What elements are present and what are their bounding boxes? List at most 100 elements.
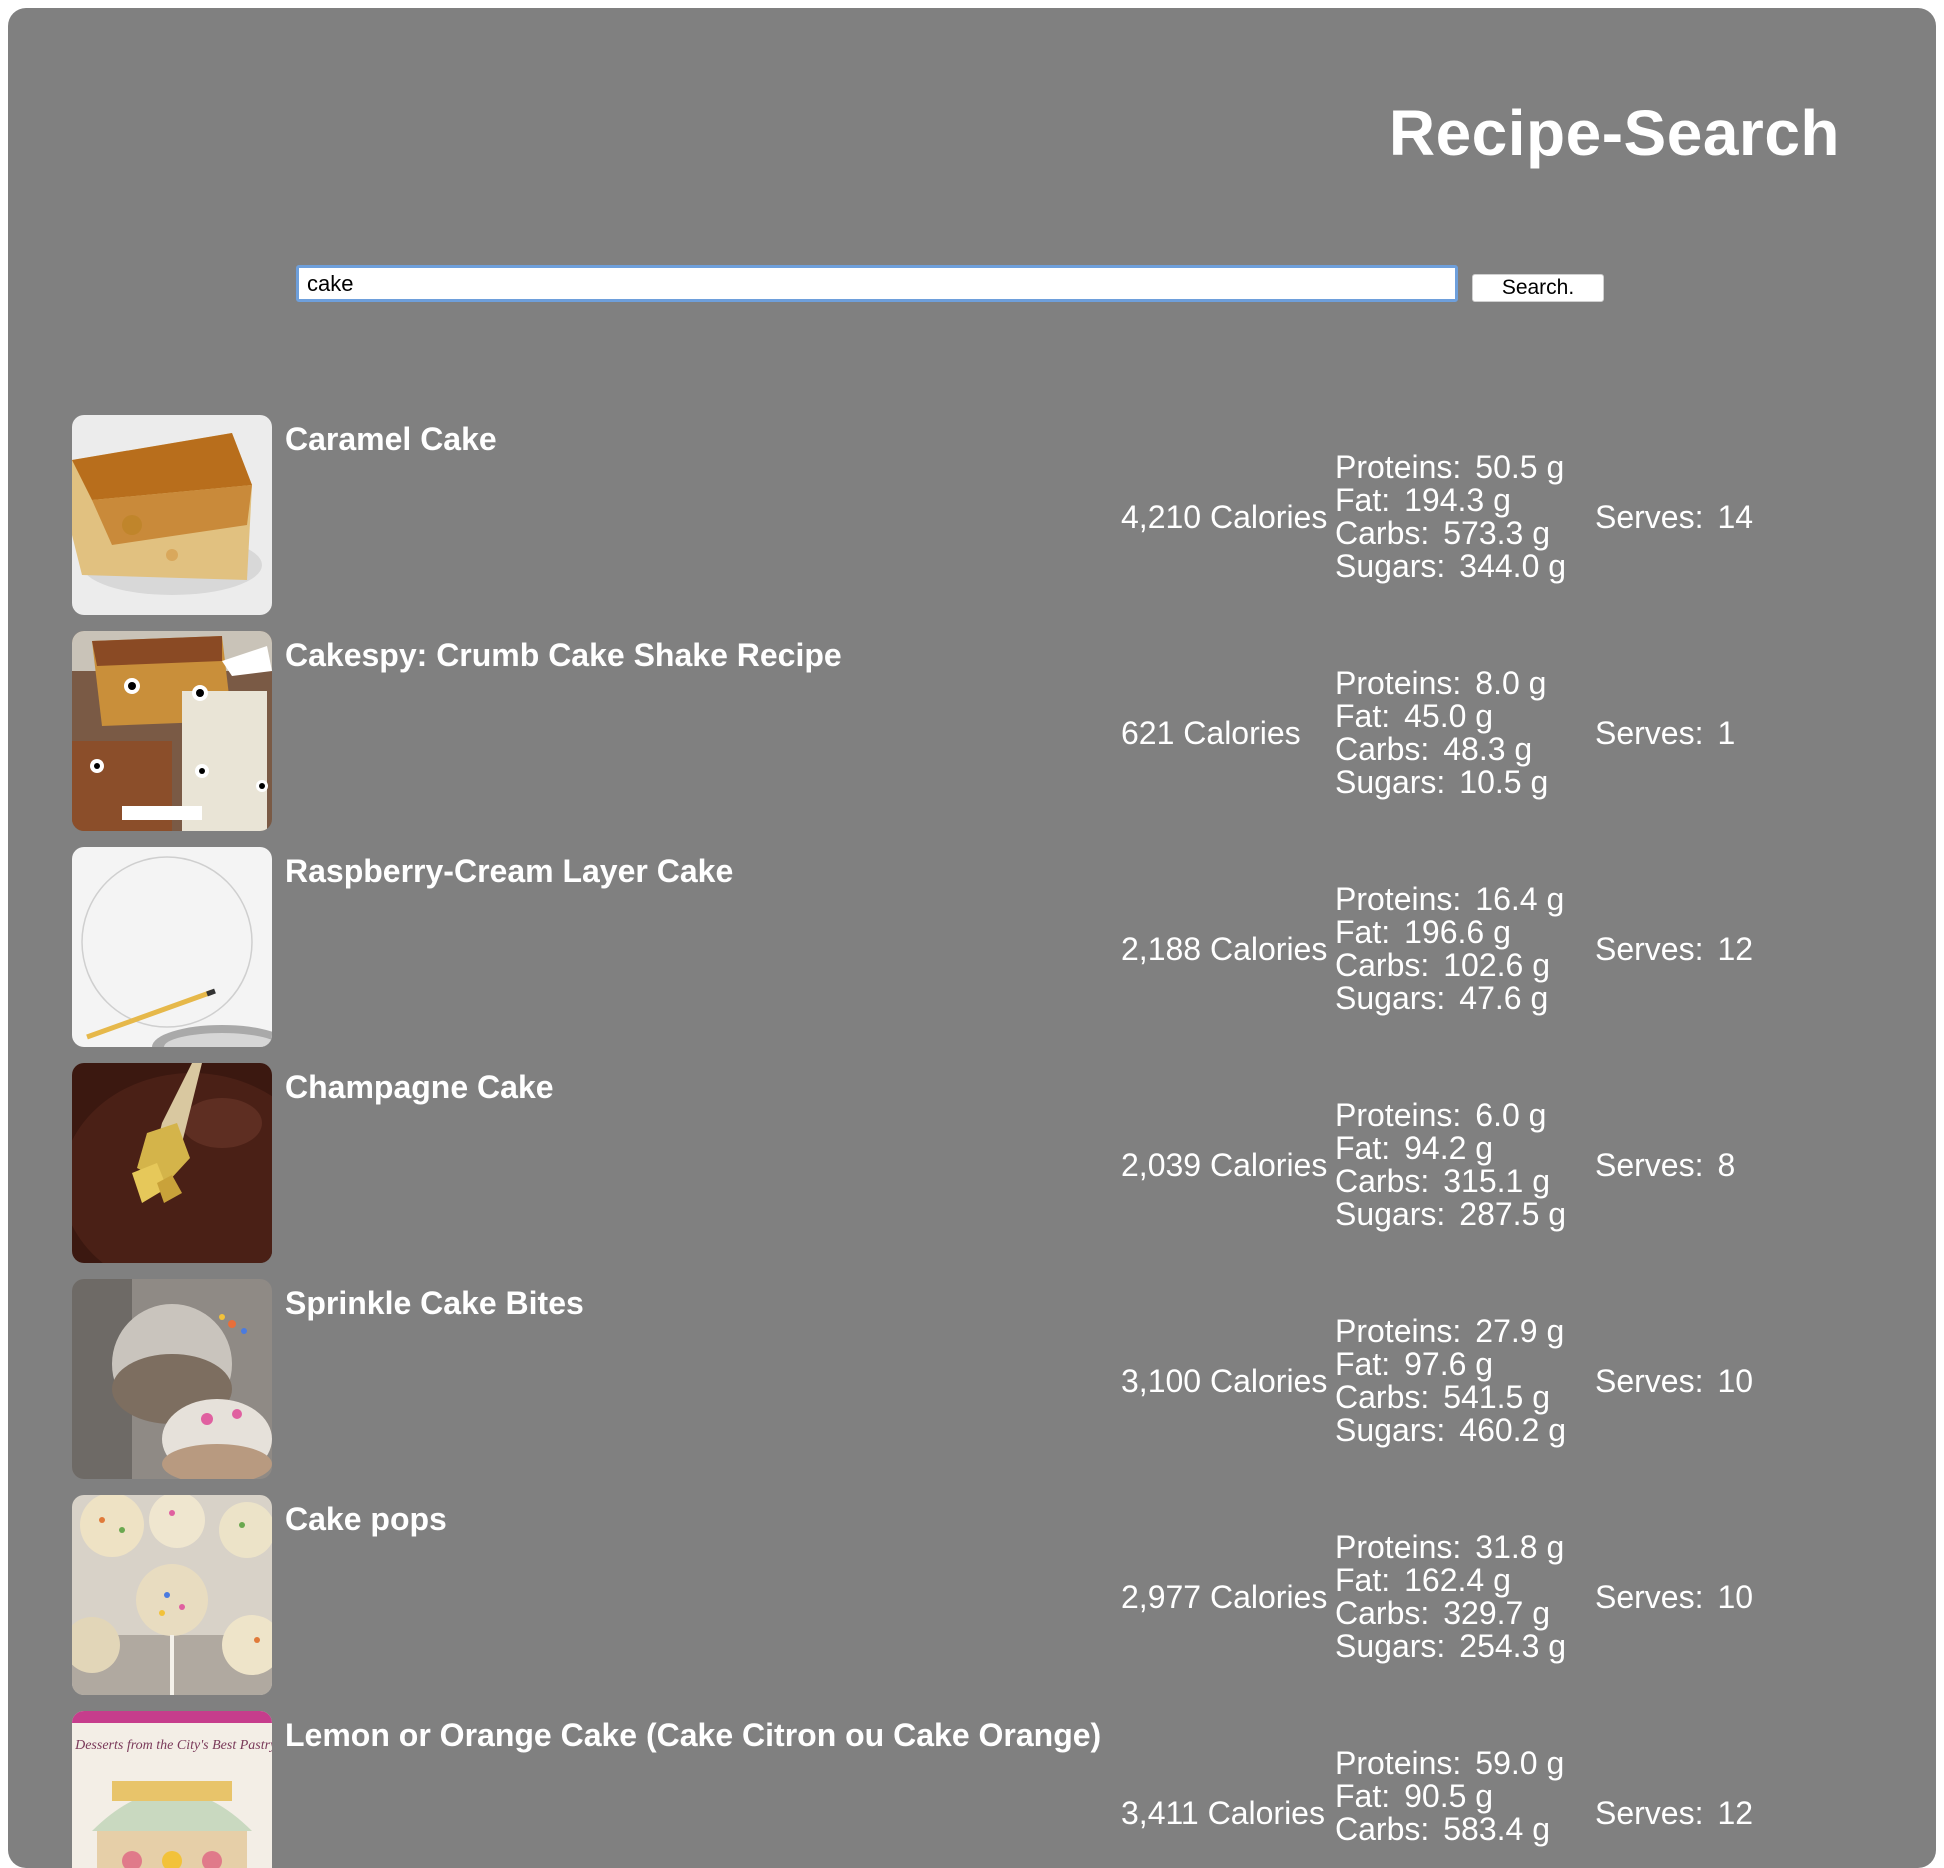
fat-value: 97.6 g bbox=[1404, 1346, 1494, 1382]
recipe-row[interactable]: t Desserts from the City's Best Pastry L… bbox=[72, 1711, 1872, 1868]
fat-line: Fat: 90.5 g bbox=[1335, 1780, 1564, 1813]
proteins-value: 27.9 g bbox=[1475, 1313, 1565, 1349]
search-input[interactable] bbox=[296, 265, 1458, 302]
fat-label: Fat: bbox=[1335, 1130, 1391, 1166]
fat-line: Fat: 194.3 g bbox=[1335, 484, 1566, 517]
fat-line: Fat: 94.2 g bbox=[1335, 1132, 1566, 1165]
sugars-line: Sugars: 344.0 g bbox=[1335, 550, 1566, 583]
sugars-value: 47.6 g bbox=[1459, 980, 1549, 1016]
recipe-title[interactable]: Cake pops bbox=[285, 1501, 447, 1538]
fat-value: 45.0 g bbox=[1404, 698, 1494, 734]
search-button[interactable]: Search. bbox=[1472, 274, 1604, 302]
fat-value: 90.5 g bbox=[1404, 1778, 1494, 1814]
sugars-label: Sugars: bbox=[1335, 1412, 1446, 1448]
serves-label: Serves: bbox=[1595, 1363, 1704, 1399]
carbs-label: Carbs: bbox=[1335, 731, 1430, 767]
recipe-row[interactable]: Cake pops 2,977 Calories Proteins: 31.8 g… bbox=[72, 1495, 1872, 1711]
recipe-thumbnail[interactable] bbox=[72, 1495, 272, 1695]
serves-value: 10 bbox=[1717, 1363, 1754, 1399]
sugars-value: 254.3 g bbox=[1459, 1628, 1567, 1664]
sugars-label: Sugars: bbox=[1335, 980, 1446, 1016]
recipe-title[interactable]: Cakespy: Crumb Cake Shake Recipe bbox=[285, 637, 842, 674]
calories-value: 2,039 Calories bbox=[1121, 1147, 1328, 1183]
recipe-thumbnail[interactable] bbox=[72, 631, 272, 831]
proteins-line: Proteins: 16.4 g bbox=[1335, 883, 1564, 916]
serves-block: Serves: 14 bbox=[1595, 499, 1753, 536]
proteins-label: Proteins: bbox=[1335, 1313, 1462, 1349]
app-panel: Recipe-Search Search. Caramel Cake 4,210… bbox=[8, 8, 1936, 1868]
sugars-label: Sugars: bbox=[1335, 1628, 1446, 1664]
fat-label: Fat: bbox=[1335, 1778, 1391, 1814]
proteins-line: Proteins: 31.8 g bbox=[1335, 1531, 1566, 1564]
serves-label: Serves: bbox=[1595, 1795, 1704, 1831]
carbs-value: 541.5 g bbox=[1443, 1379, 1551, 1415]
nutrients-block: Proteins: 27.9 g Fat: 97.6 g Carbs: 541.5 g… bbox=[1335, 1315, 1566, 1447]
proteins-label: Proteins: bbox=[1335, 449, 1462, 485]
recipe-title[interactable]: Sprinkle Cake Bites bbox=[285, 1285, 584, 1322]
serves-value: 14 bbox=[1717, 499, 1754, 535]
serves-label: Serves: bbox=[1595, 1147, 1704, 1183]
carbs-value: 329.7 g bbox=[1443, 1595, 1551, 1631]
fat-line: Fat: 196.6 g bbox=[1335, 916, 1564, 949]
proteins-line: Proteins: 8.0 g bbox=[1335, 667, 1548, 700]
sugars-line: Sugars: 287.5 g bbox=[1335, 1198, 1566, 1231]
page-title: Recipe-Search bbox=[1388, 97, 1840, 169]
fat-label: Fat: bbox=[1335, 482, 1391, 518]
carbs-value: 583.4 g bbox=[1443, 1811, 1551, 1847]
recipe-row[interactable]: Caramel Cake 4,210 Calories Proteins: 50.… bbox=[72, 415, 1872, 631]
carbs-label: Carbs: bbox=[1335, 515, 1430, 551]
carbs-line: Carbs: 573.3 g bbox=[1335, 517, 1566, 550]
sugars-line: Sugars: 460.2 g bbox=[1335, 1414, 1566, 1447]
fat-line: Fat: 45.0 g bbox=[1335, 700, 1548, 733]
svg-text:t Desserts from the City's Bes: t Desserts from the City's Best Pastry bbox=[72, 1738, 272, 1753]
carbs-line: Carbs: 48.3 g bbox=[1335, 733, 1548, 766]
recipe-row[interactable]: Champagne Cake 2,039 Calories Proteins: 6… bbox=[72, 1063, 1872, 1279]
sugars-value: 344.0 g bbox=[1459, 548, 1567, 584]
carbs-line: Carbs: 583.4 g bbox=[1335, 1813, 1564, 1846]
proteins-line: Proteins: 50.5 g bbox=[1335, 451, 1566, 484]
proteins-label: Proteins: bbox=[1335, 1097, 1462, 1133]
recipe-title[interactable]: Lemon or Orange Cake (Cake Citron ou Cak… bbox=[285, 1717, 1101, 1754]
sugars-value: 287.5 g bbox=[1459, 1196, 1567, 1232]
recipe-title[interactable]: Caramel Cake bbox=[285, 421, 497, 458]
serves-label: Serves: bbox=[1595, 1579, 1704, 1615]
nutrients-block: Proteins: 6.0 g Fat: 94.2 g Carbs: 315.1 g … bbox=[1335, 1099, 1566, 1231]
recipe-thumbnail[interactable] bbox=[72, 1279, 272, 1479]
recipe-row[interactable]: Raspberry-Cream Layer Cake 2,188 Calorie… bbox=[72, 847, 1872, 1063]
proteins-label: Proteins: bbox=[1335, 1745, 1462, 1781]
serves-value: 8 bbox=[1717, 1147, 1736, 1183]
serves-value: 10 bbox=[1717, 1579, 1754, 1615]
calories-value: 2,188 Calories bbox=[1121, 931, 1328, 967]
serves-block: Serves: 8 bbox=[1595, 1147, 1735, 1184]
recipe-row[interactable]: Sprinkle Cake Bites 3,100 Calories Prote… bbox=[72, 1279, 1872, 1495]
calories-value: 3,100 Calories bbox=[1121, 1363, 1328, 1399]
recipe-title[interactable]: Raspberry-Cream Layer Cake bbox=[285, 853, 733, 890]
recipe-thumbnail[interactable] bbox=[72, 415, 272, 615]
recipe-row[interactable]: Cakespy: Crumb Cake Shake Recipe 621 Cal… bbox=[72, 631, 1872, 847]
fat-line: Fat: 97.6 g bbox=[1335, 1348, 1566, 1381]
serves-block: Serves: 10 bbox=[1595, 1363, 1753, 1400]
carbs-value: 315.1 g bbox=[1443, 1163, 1551, 1199]
serves-label: Serves: bbox=[1595, 715, 1704, 751]
recipe-thumbnail[interactable] bbox=[72, 1063, 272, 1263]
results-list: Caramel Cake 4,210 Calories Proteins: 50.… bbox=[72, 415, 1872, 1868]
recipe-title[interactable]: Champagne Cake bbox=[285, 1069, 554, 1106]
sugars-line: Sugars: 10.5 g bbox=[1335, 766, 1548, 799]
sugars-label: Sugars: bbox=[1335, 1196, 1446, 1232]
proteins-line: Proteins: 6.0 g bbox=[1335, 1099, 1566, 1132]
recipe-thumbnail[interactable]: t Desserts from the City's Best Pastry bbox=[72, 1711, 272, 1868]
serves-label: Serves: bbox=[1595, 499, 1704, 535]
fat-label: Fat: bbox=[1335, 1562, 1391, 1598]
fat-value: 162.4 g bbox=[1404, 1562, 1511, 1598]
recipe-thumbnail[interactable] bbox=[72, 847, 272, 1047]
serves-block: Serves: 10 bbox=[1595, 1579, 1753, 1616]
calories-value: 4,210 Calories bbox=[1121, 499, 1328, 535]
proteins-value: 6.0 g bbox=[1475, 1097, 1547, 1133]
sugars-line: Sugars: 47.6 g bbox=[1335, 982, 1564, 1015]
serves-value: 12 bbox=[1717, 1795, 1754, 1831]
sugars-label: Sugars: bbox=[1335, 548, 1446, 584]
fat-label: Fat: bbox=[1335, 914, 1391, 950]
proteins-value: 16.4 g bbox=[1475, 881, 1565, 917]
proteins-value: 31.8 g bbox=[1475, 1529, 1565, 1565]
proteins-value: 50.5 g bbox=[1475, 449, 1565, 485]
